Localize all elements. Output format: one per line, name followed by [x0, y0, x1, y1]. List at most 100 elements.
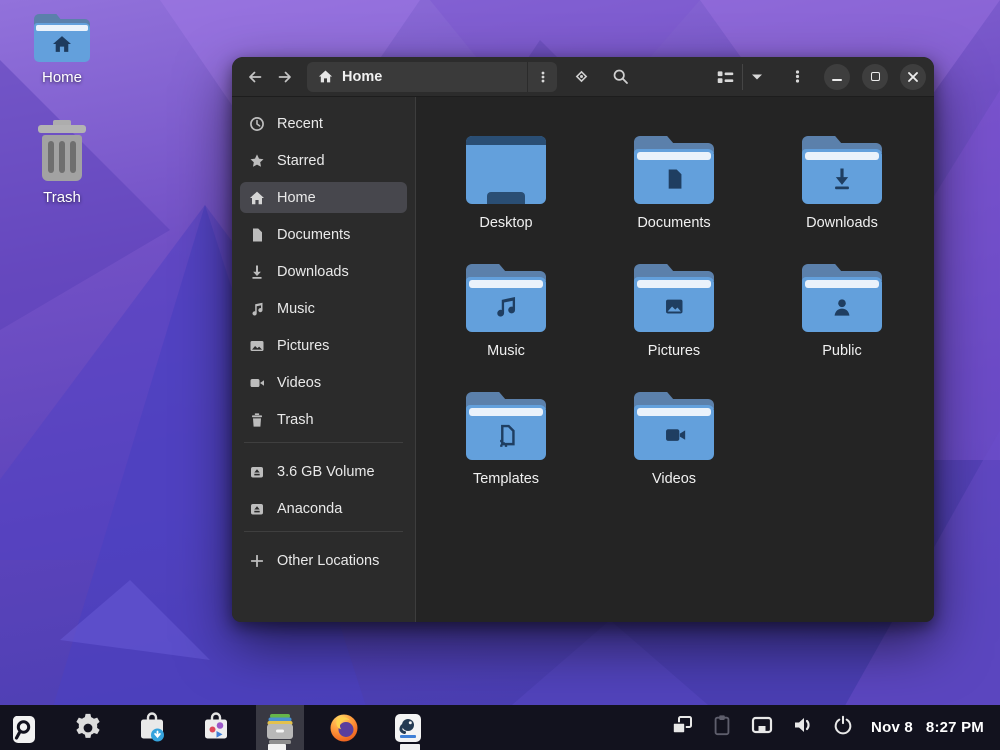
picture-glyph-icon — [657, 290, 691, 324]
sidebar-item-volume[interactable]: 3.6 GB Volume — [240, 456, 407, 487]
desktop-icon-label: Trash — [43, 189, 81, 206]
list-view-icon — [716, 69, 735, 85]
desktop-folder-icon — [466, 136, 546, 204]
search-button[interactable] — [605, 62, 635, 92]
path-bar[interactable]: Home — [307, 62, 557, 92]
sidebar-item-anaconda[interactable]: Anaconda — [240, 493, 407, 524]
music-glyph-icon — [489, 290, 523, 324]
window-menu-button[interactable] — [782, 62, 812, 92]
sidebar-item-downloads[interactable]: Downloads — [240, 256, 407, 287]
folder-downloads[interactable]: Downloads — [758, 117, 926, 245]
sidebar-item-label: Videos — [277, 375, 321, 391]
forward-button[interactable] — [270, 62, 300, 92]
software-updates-icon — [135, 711, 169, 745]
desktop-icon-trash[interactable]: Trash — [14, 120, 110, 206]
clipboard-button[interactable] — [711, 713, 733, 742]
wired-network-icon — [750, 714, 774, 736]
window-list-fragment — [400, 744, 420, 750]
plus-icon — [249, 553, 265, 569]
clock[interactable]: Nov 8 8:27 PM — [871, 719, 984, 736]
picture-icon — [249, 338, 265, 354]
sidebar-item-documents[interactable]: Documents — [240, 219, 407, 250]
taskbar-software-updates[interactable] — [128, 705, 176, 750]
clipboard-icon — [711, 713, 733, 737]
taskbar-settings[interactable] — [64, 705, 112, 750]
folder-pictures[interactable]: Pictures — [590, 245, 758, 373]
sidebar-item-label: 3.6 GB Volume — [277, 464, 375, 480]
files-app-icon — [263, 711, 297, 745]
taskbar-apps — [0, 705, 448, 750]
network-button[interactable] — [750, 714, 774, 741]
sidebar-item-music[interactable]: Music — [240, 293, 407, 324]
firefox-icon — [327, 711, 361, 745]
sidebar-item-label: Other Locations — [277, 553, 379, 569]
desktop-screen: { "desktop": { "icons": [ { "label": "Ho… — [0, 0, 1000, 750]
chevron-down-icon — [751, 73, 763, 81]
sidebar-item-label: Music — [277, 301, 315, 317]
windows-overview-button[interactable] — [670, 713, 694, 742]
sidebar-item-home[interactable]: Home — [240, 182, 407, 213]
taskbar-anaconda-installer[interactable] — [0, 705, 48, 750]
minimize-button[interactable] — [824, 64, 850, 90]
sidebar: Recent Starred Home Documents Downloads — [232, 97, 416, 622]
folder-templates[interactable]: Templates — [422, 373, 590, 501]
desktop-icon-label: Home — [42, 69, 82, 86]
close-icon — [907, 71, 919, 83]
sidebar-item-recent[interactable]: Recent — [240, 108, 407, 139]
close-button[interactable] — [900, 64, 926, 90]
minimize-icon — [832, 79, 842, 81]
folder-label: Pictures — [648, 343, 700, 359]
person-glyph-icon — [825, 290, 859, 324]
video-camera-icon — [249, 375, 265, 391]
sidebar-item-starred[interactable]: Starred — [240, 145, 407, 176]
desktop-icon-home[interactable]: Home — [14, 14, 110, 86]
sidebar-item-label: Trash — [277, 412, 314, 428]
enter-location-icon — [573, 68, 590, 85]
folder-videos[interactable]: Videos — [590, 373, 758, 501]
view-options-button[interactable] — [743, 62, 771, 92]
taskbar-firefox[interactable] — [320, 705, 368, 750]
folder-label: Downloads — [806, 215, 878, 231]
speaker-volume-icon — [791, 714, 815, 736]
enter-location-button[interactable] — [566, 62, 596, 92]
folder-label: Music — [487, 343, 525, 359]
music-note-icon — [249, 301, 265, 317]
trash-can-icon — [34, 120, 90, 182]
sidebar-item-videos[interactable]: Videos — [240, 367, 407, 398]
document-icon — [249, 227, 265, 243]
public-folder-icon — [802, 264, 882, 332]
folder-documents[interactable]: Documents — [590, 117, 758, 245]
volume-button[interactable] — [791, 714, 815, 741]
path-label: Home — [342, 69, 382, 85]
folder-label: Templates — [473, 471, 539, 487]
file-grid: Desktop Documents Downloads — [416, 97, 934, 622]
home-folder-icon — [34, 14, 90, 62]
path-menu-button[interactable] — [528, 62, 557, 92]
pictures-folder-icon — [634, 264, 714, 332]
folder-desktop[interactable]: Desktop — [422, 117, 590, 245]
folder-label: Desktop — [479, 215, 532, 231]
taskbar: Nov 8 8:27 PM — [0, 705, 1000, 750]
folder-music[interactable]: Music — [422, 245, 590, 373]
sidebar-item-other-locations[interactable]: Other Locations — [240, 545, 407, 576]
view-toggle-group — [708, 62, 771, 92]
sidebar-separator — [244, 531, 403, 532]
folder-public[interactable]: Public — [758, 245, 926, 373]
forward-arrow-icon — [277, 69, 293, 85]
maximize-button[interactable] — [862, 64, 888, 90]
power-button[interactable] — [832, 714, 854, 741]
clock-time: 8:27 PM — [926, 719, 984, 736]
titlebar[interactable]: Home — [232, 57, 934, 97]
back-button[interactable] — [240, 62, 270, 92]
download-glyph-icon — [825, 162, 859, 196]
clock-date: Nov 8 — [871, 719, 913, 736]
documents-folder-icon — [634, 136, 714, 204]
download-icon — [249, 264, 265, 280]
sidebar-item-trash[interactable]: Trash — [240, 404, 407, 435]
list-view-button[interactable] — [708, 62, 742, 92]
template-glyph-icon — [489, 418, 523, 452]
sidebar-item-pictures[interactable]: Pictures — [240, 330, 407, 361]
home-icon — [318, 69, 333, 84]
search-icon — [612, 68, 629, 85]
taskbar-software-store[interactable] — [192, 705, 240, 750]
